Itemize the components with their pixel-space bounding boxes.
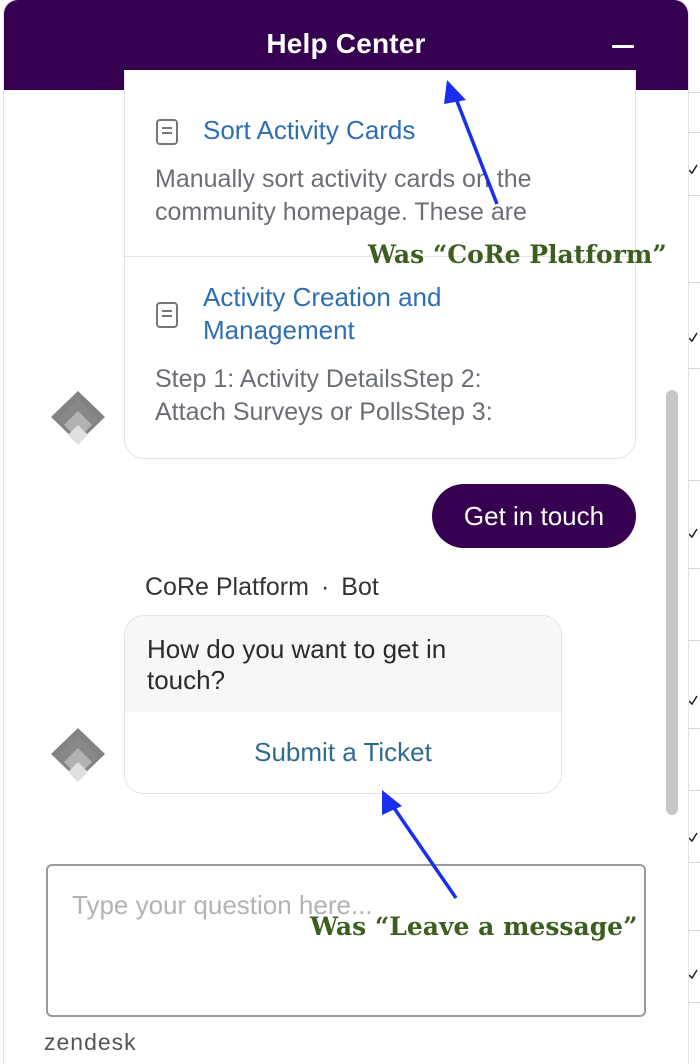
sender-separator: ·	[320, 573, 330, 601]
article-title-line: Activity Creation and	[203, 282, 442, 312]
article-description-line: Manually sort activity cards on the	[155, 165, 532, 193]
article-title-line: Management	[203, 315, 355, 345]
background-divider	[686, 862, 700, 863]
background-divider	[686, 368, 700, 369]
minus-icon	[612, 45, 634, 48]
article-description-line: Attach Surveys or PollsStep 3:	[155, 398, 493, 426]
background-divider	[686, 930, 700, 931]
checkmark-icon	[688, 164, 698, 175]
background-divider	[686, 195, 700, 196]
sender-name: CoRe Platform	[145, 573, 309, 601]
sender-role: Bot	[341, 573, 379, 601]
background-divider	[686, 92, 700, 93]
submit-ticket-option[interactable]: Submit a Ticket	[125, 712, 561, 793]
background-divider	[686, 282, 700, 283]
scrollbar-thumb[interactable]	[666, 390, 678, 815]
document-icon	[156, 302, 178, 328]
article-description-line: community homepage. These are	[155, 198, 527, 226]
document-icon	[156, 119, 178, 145]
annotation-leave-message: Was “Leave a message”	[310, 912, 638, 941]
article-title-link[interactable]: Activity Creation and Management	[203, 281, 605, 347]
bot-avatar	[51, 728, 105, 782]
article-description: Manually sort activity cards on the comm…	[155, 163, 605, 229]
article-item[interactable]: Activity Creation and Management Step 1:…	[125, 257, 635, 457]
article-item[interactable]: Sort Activity Cards Manually sort activi…	[125, 70, 635, 256]
minimize-button[interactable]	[608, 30, 640, 62]
checkmark-icon	[688, 332, 698, 343]
background-divider	[686, 1002, 700, 1003]
background-divider	[686, 790, 700, 791]
bot-question-line: touch?	[147, 665, 226, 695]
message-sender: CoRe Platform · Bot	[145, 573, 379, 602]
background-divider	[686, 480, 700, 481]
header-title: Help Center	[266, 28, 426, 59]
background-divider	[686, 132, 700, 133]
get-in-touch-button[interactable]: Get in touch	[432, 484, 636, 548]
article-title-link[interactable]: Sort Activity Cards	[203, 114, 605, 147]
bot-question-line: How do you want to get in	[147, 634, 447, 664]
bot-avatar	[51, 391, 105, 445]
checkmark-icon	[688, 969, 698, 980]
article-description-line: Step 1: Activity DetailsStep 2:	[155, 365, 482, 393]
zendesk-branding: zendesk	[44, 1029, 137, 1055]
background-divider	[686, 568, 700, 569]
annotation-core-platform: Was “CoRe Platform”	[368, 240, 667, 269]
bot-question: How do you want to get in touch?	[125, 616, 561, 712]
checkmark-icon	[688, 695, 698, 706]
checkmark-icon	[688, 528, 698, 539]
background-divider	[686, 728, 700, 729]
bot-message-card: How do you want to get in touch? Submit …	[124, 615, 562, 794]
checkmark-icon	[688, 832, 698, 843]
background-divider	[686, 640, 700, 641]
article-description: Step 1: Activity DetailsStep 2: Attach S…	[155, 363, 605, 429]
help-center-widget: Help Center Sort Activity Cards Manually…	[4, 0, 688, 1064]
bot-question-text: How do you want to get in touch?	[147, 634, 541, 696]
